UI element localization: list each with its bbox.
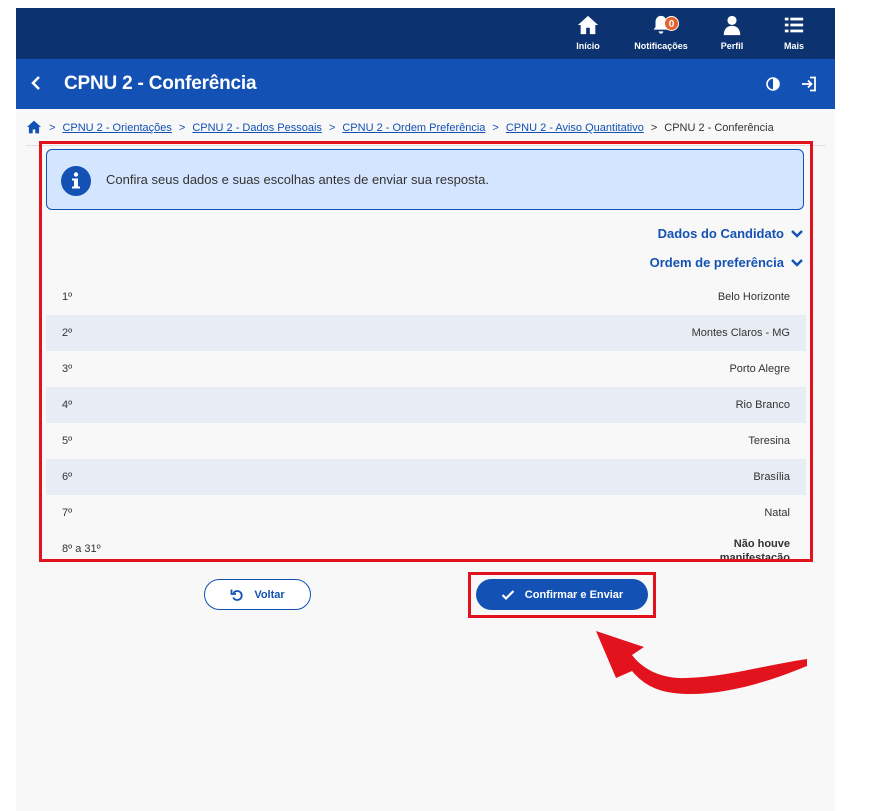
preference-city-line2: manifestação <box>719 552 790 561</box>
preference-position: 1º <box>62 291 73 303</box>
preference-city: Natal <box>764 507 790 519</box>
breadcrumb-separator: > <box>178 122 186 134</box>
undo-icon <box>230 589 243 601</box>
alert-message: Confira seus dados e suas escolhas antes… <box>106 172 490 187</box>
nav-notificacoes-label: Notificações <box>634 41 688 51</box>
preference-position: 4º <box>62 399 73 411</box>
title-bar: CPNU 2 - Conferência <box>16 59 835 109</box>
nav-notificacoes[interactable]: 0 Notificações <box>631 14 691 51</box>
breadcrumb-dados-pessoais[interactable]: CPNU 2 - Dados Pessoais <box>192 122 322 134</box>
confirm-send-button[interactable]: Confirmar e Enviar <box>476 579 648 610</box>
breadcrumb-separator: > <box>492 122 499 134</box>
top-navbar: Início 0 Notificações Perfil Mais <box>16 8 835 59</box>
page-title: CPNU 2 - Conferência <box>64 73 257 94</box>
bell-icon <box>631 14 691 38</box>
home-icon[interactable] <box>26 120 42 137</box>
preference-row: 8º a 31º Não houve manifestação <box>46 531 806 561</box>
preference-row: 4º Rio Branco <box>46 387 806 423</box>
preference-position: 3º <box>62 363 73 375</box>
home-icon <box>558 14 618 38</box>
app-window: Início 0 Notificações Perfil Mais CPNU 2 <box>16 8 835 811</box>
preference-city: Rio Branco <box>735 399 790 411</box>
list-icon <box>764 14 824 38</box>
preference-row: 1º Belo Horizonte <box>46 279 806 315</box>
dados-candidato-toggle[interactable]: Dados do Candidato <box>658 226 804 241</box>
confirm-send-label: Confirmar e Enviar <box>524 588 624 601</box>
breadcrumb-separator: > <box>650 122 658 134</box>
nav-inicio[interactable]: Início <box>558 14 618 51</box>
preference-row: 5º Teresina <box>46 423 806 459</box>
sign-in-icon[interactable] <box>801 76 817 97</box>
ordem-preferencia-label: Ordem de preferência <box>649 255 784 270</box>
preference-position: 5º <box>62 435 73 447</box>
breadcrumb-orientacoes[interactable]: CPNU 2 - Orientações <box>62 122 171 134</box>
preference-row: 3º Porto Alegre <box>46 351 806 387</box>
preference-city: Teresina <box>748 435 790 447</box>
chevron-down-icon <box>791 258 803 267</box>
ordem-preferencia-toggle[interactable]: Ordem de preferência <box>650 255 804 270</box>
preference-position: 6º <box>62 471 73 483</box>
preference-position: 2º <box>62 327 73 339</box>
info-alert: Confira seus dados e suas escolhas antes… <box>46 149 804 210</box>
preference-row: 7º Natal <box>46 495 806 531</box>
preference-row: 2º Montes Claros - MG <box>46 315 806 351</box>
preference-position: 7º <box>62 507 73 519</box>
preference-row: 6º Brasília <box>46 459 806 495</box>
annotation-arrow-icon <box>596 631 807 695</box>
nav-perfil-label: Perfil <box>720 41 744 51</box>
preference-city: Brasília <box>753 471 790 483</box>
nav-inicio-label: Início <box>576 41 600 51</box>
preference-city: Montes Claros - MG <box>691 327 790 339</box>
preference-city-line1: Não houve <box>733 538 790 550</box>
nav-mais-label: Mais <box>783 41 804 51</box>
info-icon <box>61 166 91 201</box>
nav-perfil[interactable]: Perfil <box>702 14 762 51</box>
back-button[interactable]: Voltar <box>204 579 311 610</box>
dados-candidato-label: Dados do Candidato <box>657 226 784 241</box>
breadcrumb-current: CPNU 2 - Conferência <box>664 122 774 134</box>
notification-badge: 0 <box>664 16 679 31</box>
contrast-icon[interactable] <box>766 77 780 96</box>
breadcrumb-separator: > <box>49 122 56 134</box>
preference-city: Porto Alegre <box>729 363 790 375</box>
breadcrumb-separator: > <box>328 122 336 134</box>
breadcrumb: > CPNU 2 - Orientações > CPNU 2 - Dados … <box>26 119 774 137</box>
breadcrumb-ordem-preferencia[interactable]: CPNU 2 - Ordem Preferência <box>342 122 485 134</box>
chevron-down-icon <box>791 229 803 238</box>
preference-city: Não houve manifestação <box>720 537 790 561</box>
divider <box>26 145 826 146</box>
back-button-label: Voltar <box>254 588 285 601</box>
breadcrumb-aviso-quantitativo[interactable]: CPNU 2 - Aviso Quantitativo <box>506 122 644 134</box>
user-icon <box>702 14 762 38</box>
check-icon <box>501 589 515 600</box>
preference-position: 8º a 31º <box>62 543 101 555</box>
preference-city: Belo Horizonte <box>717 291 790 303</box>
nav-mais[interactable]: Mais <box>764 14 824 51</box>
chevron-left-icon[interactable] <box>30 73 46 93</box>
